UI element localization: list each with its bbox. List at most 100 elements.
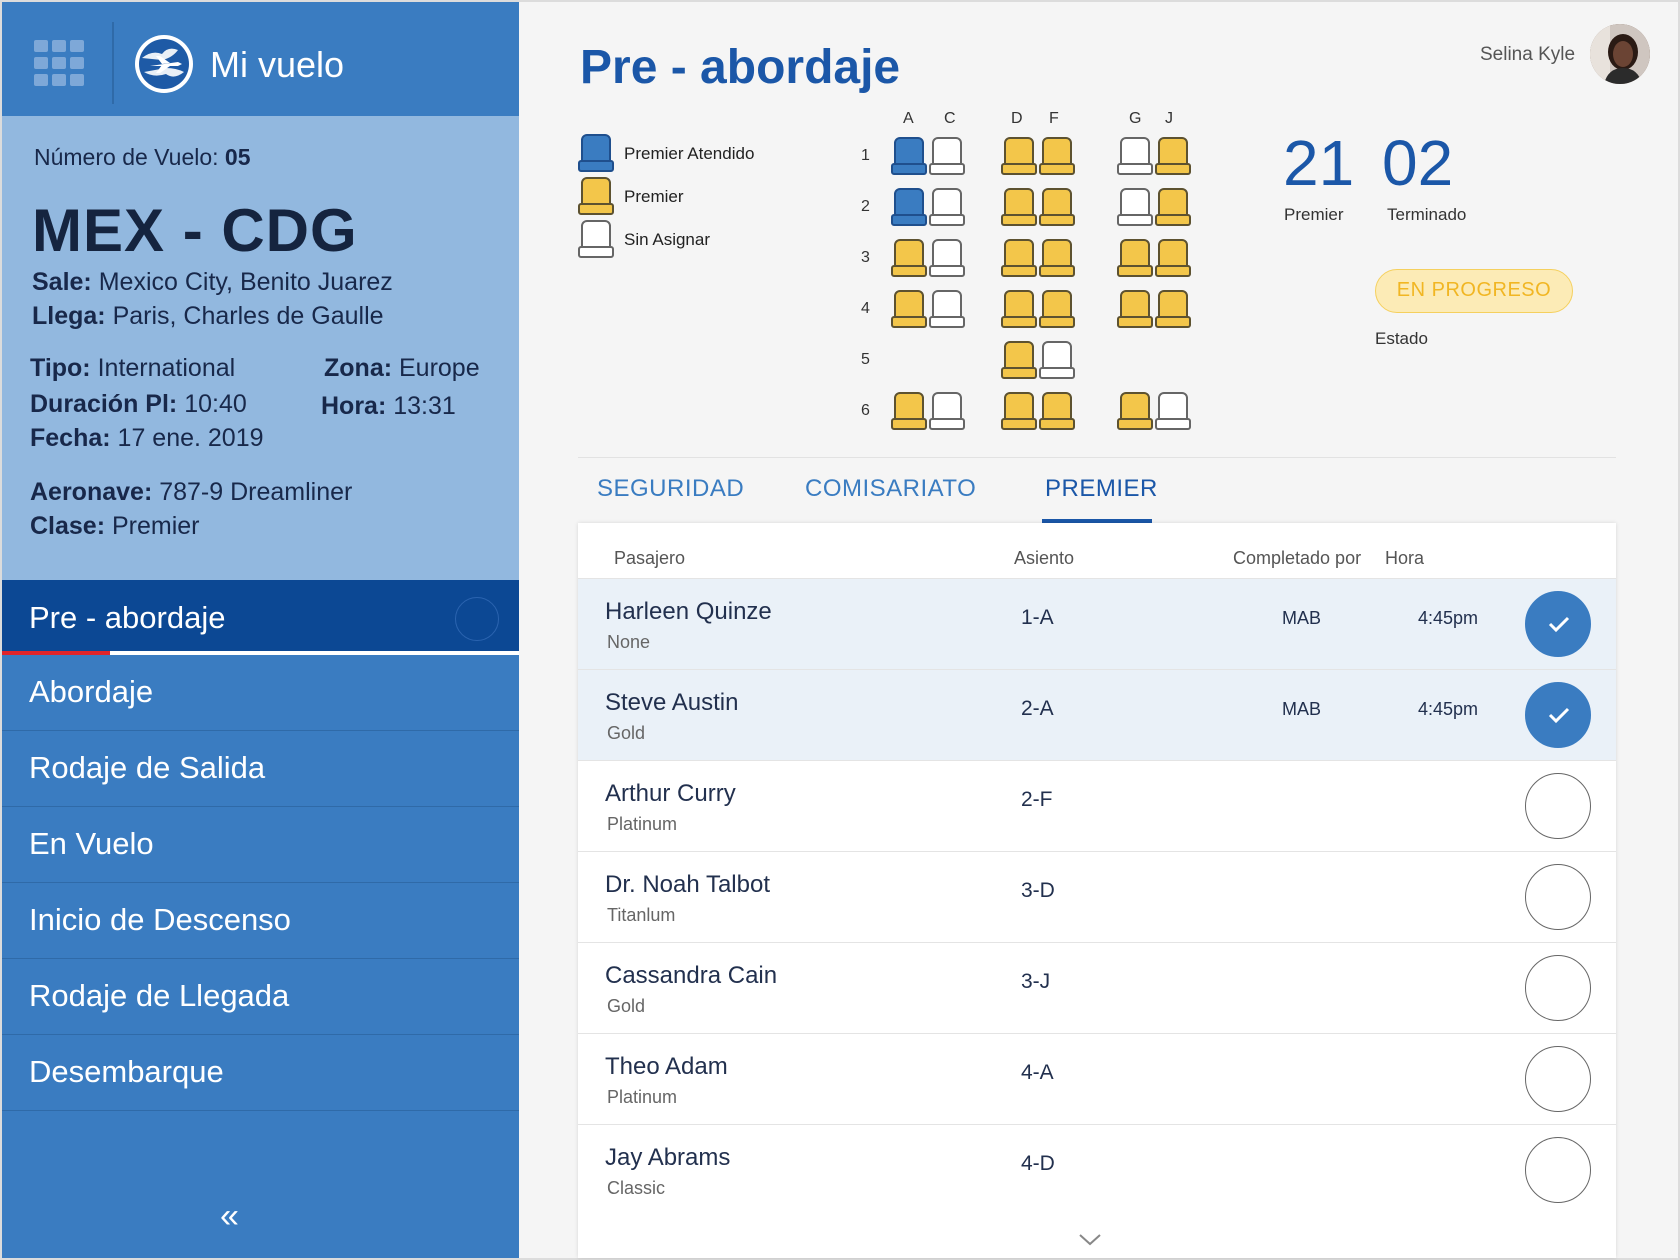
flight-duration: Duración Pl: 10:40 (30, 390, 247, 418)
nav-item[interactable]: Abordaje (2, 655, 519, 731)
complete-toggle[interactable] (1525, 1046, 1591, 1112)
tab-premier[interactable]: PREMIER (1045, 475, 1158, 503)
completed-by: MAB (1282, 608, 1322, 628)
seat-icon[interactable] (929, 239, 965, 277)
seat-icon[interactable] (1117, 188, 1153, 226)
seat-icon[interactable] (891, 392, 927, 430)
nav-item[interactable]: Pre - abordaje (2, 580, 519, 655)
seat-icon[interactable] (1039, 137, 1075, 175)
table-row[interactable]: Jay Abrams Classic 4-D (578, 1124, 1616, 1215)
seat-icon[interactable] (891, 188, 927, 226)
seat-icon[interactable] (1001, 239, 1037, 277)
table-row[interactable]: Cassandra Cain Gold 3-J (578, 942, 1616, 1033)
nav-item[interactable]: Rodaje de Llegada (2, 959, 519, 1035)
complete-toggle[interactable] (1525, 864, 1591, 930)
page-title: Pre - abordaje (580, 41, 901, 94)
seat-row-label: 5 (861, 351, 870, 368)
nav-item[interactable]: Inicio de Descenso (2, 883, 519, 959)
table-row[interactable]: Steve Austin Gold 2-A MAB 4:45pm (578, 669, 1616, 760)
apps-grid-icon[interactable] (34, 40, 86, 86)
seat-icon[interactable] (1001, 188, 1037, 226)
flight-type: Tipo: International (30, 354, 236, 382)
seat-icon[interactable] (1039, 188, 1075, 226)
col-header-asiento: Asiento (1014, 548, 1075, 568)
avatar[interactable] (1590, 24, 1650, 84)
seat-icon[interactable] (1039, 239, 1075, 277)
seat-icon[interactable] (929, 392, 965, 430)
flight-route: MEX - CDG (32, 197, 358, 264)
complete-toggle[interactable] (1525, 1137, 1591, 1203)
seat-icon[interactable] (929, 137, 965, 175)
passenger-tier: Titanlum (607, 905, 676, 925)
table-row[interactable]: Dr. Noah Talbot Titanlum 3-D (578, 851, 1616, 942)
tab-comisariato[interactable]: COMISARIATO (805, 475, 976, 503)
flight-arrival: Llega: Paris, Charles de Gaulle (32, 302, 384, 330)
premier-count-label: Premier (1284, 205, 1344, 224)
nav-item-label: Pre - abordaje (29, 600, 226, 635)
seat-icon[interactable] (1001, 290, 1037, 328)
completed-check-icon[interactable] (1525, 682, 1591, 748)
completed-by: MAB (1282, 699, 1322, 719)
seat-icon[interactable] (1117, 290, 1153, 328)
flight-time: Hora: 13:31 (321, 392, 456, 420)
nav-item-label: Desembarque (29, 1054, 224, 1089)
status-label: Estado (1375, 329, 1428, 348)
complete-toggle[interactable] (1525, 955, 1591, 1021)
seat-column-label: C (944, 110, 956, 127)
seat-icon[interactable] (1155, 137, 1191, 175)
seat-icon[interactable] (891, 137, 927, 175)
collapse-sidebar-icon[interactable]: « (220, 1197, 239, 1236)
seat-icon[interactable] (1155, 188, 1191, 226)
seat-icon[interactable] (1001, 341, 1037, 379)
flight-class: Clase: Premier (30, 512, 200, 540)
legend-label: Premier Atendido (624, 144, 755, 163)
chevron-down-icon[interactable] (1078, 1233, 1102, 1247)
flight-aircraft: Aeronave: 787-9 Dreamliner (30, 478, 353, 506)
seat-icon[interactable] (1117, 137, 1153, 175)
seat-icon[interactable] (891, 239, 927, 277)
legend-item: Premier Atendido (578, 134, 818, 174)
flight-number: Número de Vuelo: 05 (34, 144, 251, 170)
seat-icon[interactable] (1001, 392, 1037, 430)
table-row[interactable]: Harleen Quinze None 1-A MAB 4:45pm (578, 578, 1616, 669)
checkmark-icon (1548, 707, 1570, 724)
seat-row-label: 2 (861, 198, 870, 215)
done-count: 02 (1382, 127, 1454, 199)
seat-icon[interactable] (1039, 341, 1075, 379)
passenger-name: Dr. Noah Talbot (605, 871, 770, 898)
seat-icon[interactable] (1001, 137, 1037, 175)
nav-item-label: En Vuelo (29, 826, 154, 861)
complete-toggle[interactable] (1525, 773, 1591, 839)
table-row[interactable]: Arthur Curry Platinum 2-F (578, 760, 1616, 851)
nav-item[interactable]: En Vuelo (2, 807, 519, 883)
seat-icon[interactable] (1155, 392, 1191, 430)
passenger-tier: Classic (607, 1178, 666, 1198)
user-name[interactable]: Selina Kyle (1480, 44, 1575, 66)
col-header-completado: Completado por (1233, 548, 1362, 568)
seat-icon[interactable] (1039, 290, 1075, 328)
passenger-seat: 2-A (1021, 697, 1054, 720)
legend-item: Premier (578, 177, 818, 217)
passenger-seat: 4-A (1021, 1061, 1054, 1084)
table-row[interactable]: Theo Adam Platinum 4-A (578, 1033, 1616, 1124)
flight-date: Fecha: 17 ene. 2019 (30, 424, 264, 452)
completed-check-icon[interactable] (1525, 591, 1591, 657)
col-header-pasajero: Pasajero (614, 548, 686, 568)
seat-icon[interactable] (1155, 290, 1191, 328)
legend-label: Premier (624, 187, 684, 206)
seat-icon[interactable] (1117, 392, 1153, 430)
seat-icon[interactable] (891, 290, 927, 328)
passenger-name: Theo Adam (605, 1053, 728, 1080)
seat-icon[interactable] (1117, 239, 1153, 277)
passenger-name: Steve Austin (605, 689, 739, 716)
seat-icon[interactable] (929, 290, 965, 328)
nav-item[interactable]: Desembarque (2, 1035, 519, 1111)
seat-icon[interactable] (929, 188, 965, 226)
passenger-tier: Platinum (607, 814, 678, 834)
seat-icon[interactable] (1155, 239, 1191, 277)
nav-item[interactable]: Rodaje de Salida (2, 731, 519, 807)
legend-seat-icon (578, 177, 614, 215)
topbar-divider (112, 22, 114, 104)
seat-icon[interactable] (1039, 392, 1075, 430)
tab-seguridad[interactable]: SEGURIDAD (597, 475, 744, 503)
